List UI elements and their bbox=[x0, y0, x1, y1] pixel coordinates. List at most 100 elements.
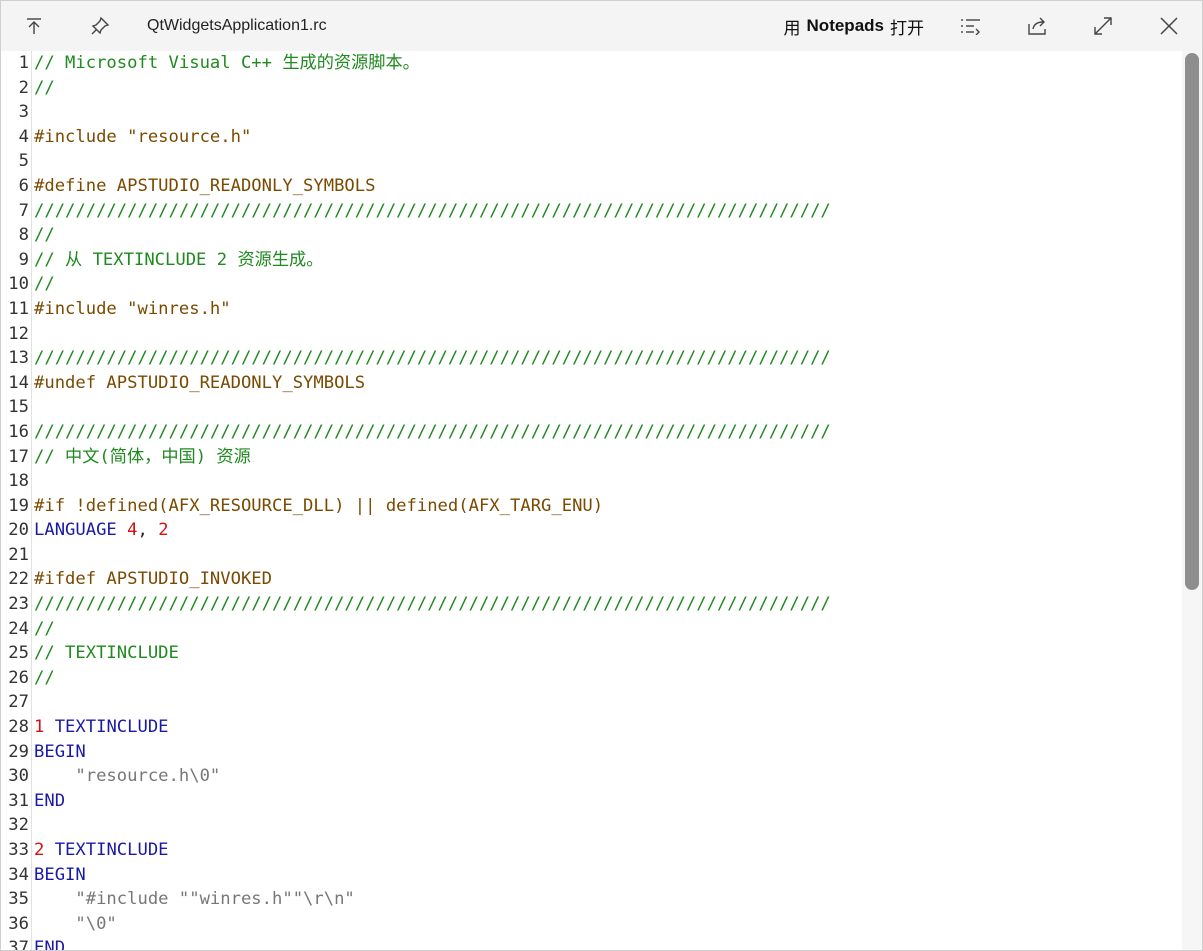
line-number: 31 bbox=[8, 790, 29, 811]
code-line: 28 1 TEXTINCLUDE bbox=[1, 715, 1180, 740]
gutter-separator bbox=[31, 739, 32, 765]
open-with-notepads-button[interactable]: 用 Notepads 打开 bbox=[770, 1, 938, 51]
line-number: 2 bbox=[18, 77, 29, 98]
code-line: 4 #include "resource.h" bbox=[1, 124, 1180, 150]
title-bar: QtWidgetsApplication1.rc 用 Notepads 打开 bbox=[1, 1, 1202, 51]
scrollbar-thumb[interactable] bbox=[1185, 53, 1199, 590]
vertical-scrollbar[interactable] bbox=[1182, 51, 1202, 950]
gutter-separator bbox=[31, 346, 32, 371]
pin-button[interactable] bbox=[67, 1, 133, 51]
code-token: ////////////////////////////////////////… bbox=[34, 421, 831, 442]
window-title: QtWidgetsApplication1.rc bbox=[147, 17, 327, 34]
close-button[interactable] bbox=[1136, 1, 1202, 51]
share-button[interactable] bbox=[1004, 1, 1070, 51]
line-number: 12 bbox=[8, 323, 29, 344]
line-number: 14 bbox=[8, 372, 29, 393]
line-number: 24 bbox=[8, 618, 29, 639]
code-token: #include "winres.h" bbox=[34, 298, 231, 319]
code-line: 18 bbox=[1, 469, 1180, 494]
gutter-separator bbox=[31, 665, 32, 691]
code-line: 27 bbox=[1, 690, 1180, 716]
gutter-separator bbox=[31, 100, 32, 125]
line-number: 19 bbox=[8, 495, 29, 516]
code-line: 2// bbox=[1, 75, 1180, 101]
arrow-to-top-icon bbox=[25, 17, 43, 35]
code-token: // bbox=[34, 618, 55, 639]
code-text: // bbox=[34, 617, 55, 642]
code-text: // bbox=[34, 76, 55, 101]
code-token: END bbox=[34, 790, 66, 811]
line-number: 28 bbox=[8, 717, 29, 738]
code-text: // TEXTINCLUDE bbox=[34, 641, 179, 666]
code-text: #undef APSTUDIO_READONLY_SYMBOLS bbox=[34, 371, 365, 396]
line-number: 20 bbox=[8, 520, 29, 541]
code-editor[interactable]: 1// Microsoft Visual C++ 生成的资源脚本。 2//3 4 #i… bbox=[1, 51, 1202, 950]
line-number: 26 bbox=[8, 667, 29, 688]
code-token: BEGIN bbox=[34, 864, 86, 885]
code-line: 3 bbox=[1, 100, 1180, 125]
gutter-separator bbox=[31, 419, 32, 445]
code-line: 37 END bbox=[1, 936, 1180, 950]
line-number: 27 bbox=[8, 692, 29, 713]
code-line: 32 bbox=[1, 813, 1180, 838]
line-number: 35 bbox=[8, 889, 29, 910]
open-with-prefix: 用 bbox=[783, 18, 801, 38]
code-token: END bbox=[34, 938, 66, 950]
line-number: 18 bbox=[8, 471, 29, 492]
code-line: 29 BEGIN bbox=[1, 739, 1180, 765]
gutter-separator bbox=[31, 198, 32, 224]
gutter-separator bbox=[31, 395, 32, 420]
gutter-separator bbox=[31, 813, 32, 838]
code-line: 14 #undef APSTUDIO_READONLY_SYMBOLS bbox=[1, 370, 1180, 396]
line-number: 15 bbox=[8, 397, 29, 418]
code-text: BEGIN bbox=[34, 740, 86, 765]
code-token: // TEXTINCLUDE bbox=[34, 643, 179, 664]
gutter-separator bbox=[31, 469, 32, 494]
line-number: 34 bbox=[8, 864, 29, 885]
code-text: ////////////////////////////////////////… bbox=[34, 592, 831, 617]
gutter-separator bbox=[31, 173, 32, 199]
code-line: 10// bbox=[1, 272, 1180, 297]
expand-button[interactable] bbox=[1070, 1, 1136, 51]
line-number: 4 bbox=[18, 126, 29, 147]
code-line: 31 END bbox=[1, 788, 1180, 814]
code-text: "\0" bbox=[34, 912, 116, 937]
code-line: 9// 从 TEXTINCLUDE 2 资源生成。 bbox=[1, 247, 1180, 273]
pin-to-top-button[interactable] bbox=[1, 1, 67, 51]
gutter-separator bbox=[31, 715, 32, 740]
line-number: 11 bbox=[8, 298, 29, 319]
pushpin-icon bbox=[90, 16, 110, 36]
line-number: 23 bbox=[8, 594, 29, 615]
line-number: 22 bbox=[8, 569, 29, 590]
code-text: #include "winres.h" bbox=[34, 297, 231, 322]
code-line: 12 bbox=[1, 321, 1180, 347]
code-text: ////////////////////////////////////////… bbox=[34, 420, 831, 445]
code-line: 5 bbox=[1, 149, 1180, 174]
line-number: 37 bbox=[8, 938, 29, 950]
code-token: // bbox=[34, 225, 55, 246]
code-text: ////////////////////////////////////////… bbox=[34, 346, 831, 371]
code-token: 2 bbox=[158, 520, 169, 541]
line-number: 8 bbox=[18, 225, 29, 246]
code-line: 13//////////////////////////////////////… bbox=[1, 346, 1180, 371]
gutter-separator bbox=[31, 444, 32, 470]
gutter-separator bbox=[31, 764, 32, 789]
share-icon bbox=[1026, 16, 1048, 36]
code-line: 20 LANGUAGE 4, 2 bbox=[1, 518, 1180, 543]
code-text: // bbox=[34, 223, 55, 248]
code-token: // bbox=[34, 667, 55, 688]
code-line: 21 bbox=[1, 542, 1180, 568]
gutter-separator bbox=[31, 936, 32, 950]
code-text: #if !defined(AFX_RESOURCE_DLL) || define… bbox=[34, 494, 603, 519]
gutter-separator bbox=[31, 567, 32, 593]
line-number: 29 bbox=[8, 741, 29, 762]
outline-button[interactable] bbox=[938, 1, 1004, 51]
line-number: 5 bbox=[18, 151, 29, 172]
expand-diagonal-icon bbox=[1093, 16, 1113, 36]
gutter-separator bbox=[31, 75, 32, 101]
code-text: LANGUAGE 4, 2 bbox=[34, 518, 169, 543]
code-token: TEXTINCLUDE bbox=[44, 717, 169, 738]
line-number: 25 bbox=[8, 643, 29, 664]
code-token: ////////////////////////////////////////… bbox=[34, 200, 831, 221]
line-number: 21 bbox=[8, 544, 29, 565]
